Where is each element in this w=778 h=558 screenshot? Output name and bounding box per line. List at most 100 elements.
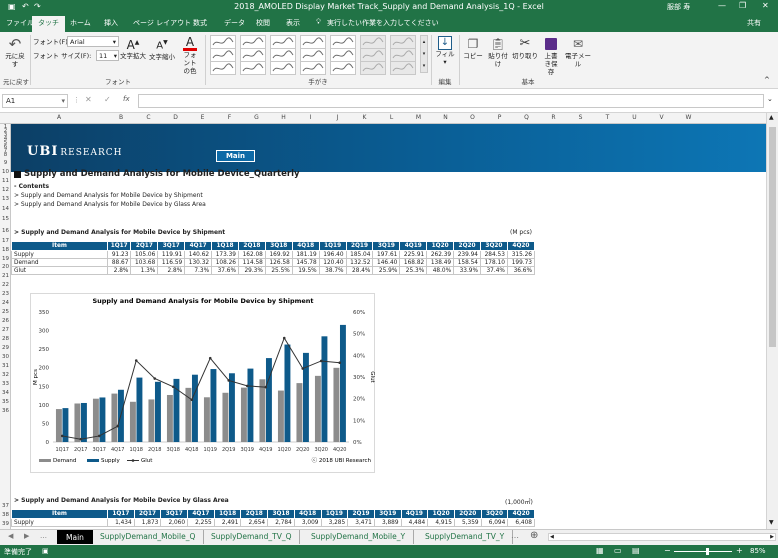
table-header-cell[interactable]: 2Q18	[240, 509, 269, 519]
column-header-cell[interactable]: W	[675, 114, 702, 121]
table-header-cell[interactable]: 3Q17	[160, 509, 189, 519]
ink-pen-swatch[interactable]	[390, 35, 416, 49]
row-header-cell[interactable]: 29	[0, 345, 11, 351]
tab-review[interactable]: 校閲	[256, 18, 270, 28]
value-cell[interactable]: 2.8%	[157, 266, 186, 275]
row-header-cell[interactable]: 24	[0, 300, 11, 306]
value-cell[interactable]: 2,784	[267, 518, 295, 527]
column-header-cell[interactable]: M	[405, 114, 432, 121]
vertical-scrollbar[interactable]: ▲ ▼	[766, 113, 778, 529]
value-cell[interactable]: 36.6%	[506, 266, 536, 275]
value-cell[interactable]: 2,060	[160, 518, 189, 527]
column-header-cell[interactable]: O	[459, 114, 486, 121]
value-cell[interactable]: 262.39	[426, 250, 455, 259]
table-header-cell[interactable]: 3Q18	[267, 509, 295, 519]
value-cell[interactable]: 2,255	[187, 518, 215, 527]
ink-pen-swatch[interactable]	[330, 35, 356, 49]
main-button[interactable]: Main	[216, 150, 255, 162]
row-header-cell[interactable]: 23	[0, 291, 11, 297]
copy-button[interactable]: ❐ コピー	[462, 36, 484, 60]
column-header-cell[interactable]: B	[107, 114, 135, 121]
undo-button[interactable]: ↶ 元に戻す	[4, 36, 26, 68]
expand-formula-icon[interactable]: ⌄	[767, 95, 773, 103]
column-header-cell[interactable]: T	[594, 114, 621, 121]
worksheet[interactable]: ABCDEFGHIJKLMNOPQRSTUVW 1 2 3 4 5 6 7 8 9 10 11 12 1…	[0, 113, 766, 529]
value-cell[interactable]: 197.61	[372, 250, 401, 259]
table-header-cell[interactable]: 1Q17	[106, 241, 132, 251]
row-header-cell[interactable]: 25	[0, 309, 11, 315]
shrink-font-button[interactable]: A▼ 文字縮小	[148, 36, 176, 61]
value-cell[interactable]: 181.19	[291, 250, 320, 259]
value-cell[interactable]: 37.6%	[211, 266, 239, 275]
ink-pen-swatch[interactable]	[360, 48, 386, 62]
ink-pen-swatch[interactable]	[330, 48, 356, 62]
value-cell[interactable]: 37.4%	[480, 266, 508, 275]
column-header-cell[interactable]: N	[432, 114, 459, 121]
row-header-cell[interactable]: 20	[0, 264, 11, 270]
email-button[interactable]: ✉ 電子メール	[562, 36, 594, 68]
scroll-down-icon[interactable]: ▼	[769, 519, 774, 526]
paste-button[interactable]: 📋︎ 貼り付け	[486, 36, 510, 68]
value-cell[interactable]: 3,471	[347, 518, 375, 527]
scroll-thumb[interactable]	[769, 127, 776, 347]
row-header-cell[interactable]: 16	[0, 228, 11, 234]
font-color-button[interactable]: A フォントの色	[178, 36, 202, 75]
ink-pen-swatch[interactable]	[240, 61, 266, 75]
row-header-cell[interactable]: 35	[0, 399, 11, 405]
row-header-cell[interactable]: 27	[0, 327, 11, 333]
record-macro-icon[interactable]: ▣	[42, 547, 49, 555]
cut-button[interactable]: ✂ 切り取り	[512, 36, 538, 60]
column-header-cell[interactable]: K	[351, 114, 378, 121]
column-header-cell[interactable]: J	[324, 114, 351, 121]
add-sheet-icon[interactable]: ⊕	[530, 530, 538, 541]
value-cell[interactable]: 140.62	[184, 250, 213, 259]
value-cell[interactable]: 119.91	[157, 250, 186, 259]
value-cell[interactable]: 29.3%	[237, 266, 266, 275]
ink-pen-swatch[interactable]	[360, 35, 386, 49]
column-header-cell[interactable]: Q	[513, 114, 540, 121]
value-cell[interactable]: 173.39	[211, 250, 239, 259]
page-break-view-icon[interactable]: ▤	[632, 546, 640, 555]
tab-more-icon[interactable]: …	[40, 532, 47, 540]
shipment-chart[interactable]: Supply and Demand Analysis for Mobile De…	[30, 293, 375, 473]
ink-pen-swatch[interactable]	[210, 35, 236, 49]
contents-link-glass-area[interactable]: > Supply and Demand Analysis for Mobile …	[14, 201, 206, 208]
row-label-cell[interactable]: Supply	[11, 250, 108, 259]
ink-pen-swatch[interactable]	[270, 35, 296, 49]
value-cell[interactable]: 185.04	[345, 250, 374, 259]
table-header-cell[interactable]: 4Q19	[399, 241, 428, 251]
table-header-cell[interactable]: 4Q18	[291, 241, 320, 251]
ink-pen-swatch[interactable]	[300, 61, 326, 75]
table-header-cell[interactable]: 2Q18	[237, 241, 266, 251]
ink-pen-swatch[interactable]	[360, 61, 386, 75]
tell-me-box[interactable]: 実行したい作業を入力してください	[327, 18, 439, 28]
value-cell[interactable]: 6,408	[507, 518, 535, 527]
ink-pen-swatch[interactable]	[240, 48, 266, 62]
column-header-cell[interactable]: D	[162, 114, 189, 121]
value-cell[interactable]: 4,484	[400, 518, 429, 527]
value-cell[interactable]: 145.78	[291, 258, 320, 267]
row-header-cell[interactable]: 30	[0, 354, 11, 360]
table-header-cell[interactable]: 4Q18	[293, 509, 322, 519]
table-header-cell[interactable]: 1Q18	[211, 241, 239, 251]
scroll-up-icon[interactable]: ▲	[769, 114, 774, 121]
value-cell[interactable]: 225.91	[399, 250, 428, 259]
row-header-cell[interactable]: 19	[0, 256, 11, 262]
zoom-in-icon[interactable]: +	[736, 546, 743, 555]
row-header-cell[interactable]: 8	[0, 152, 11, 158]
value-cell[interactable]: 25.9%	[372, 266, 401, 275]
insert-function-icon[interactable]: fx	[123, 95, 130, 103]
value-cell[interactable]: 168.82	[399, 258, 428, 267]
value-cell[interactable]: 7.3%	[184, 266, 213, 275]
value-cell[interactable]: 1,434	[107, 518, 135, 527]
redo-quick-icon[interactable]: ↷	[34, 2, 41, 11]
value-cell[interactable]: 158.54	[453, 258, 481, 267]
value-cell[interactable]: 315.26	[506, 250, 536, 259]
normal-view-icon[interactable]: ▦	[596, 546, 604, 555]
tab-view[interactable]: 表示	[286, 18, 300, 28]
value-cell[interactable]: 120.40	[318, 258, 347, 267]
row-header-cell[interactable]: 22	[0, 282, 11, 288]
save-button[interactable]: 上書き保存	[540, 36, 562, 76]
tab-file[interactable]: ファイル	[6, 18, 34, 28]
value-cell[interactable]: 1.3%	[130, 266, 159, 275]
